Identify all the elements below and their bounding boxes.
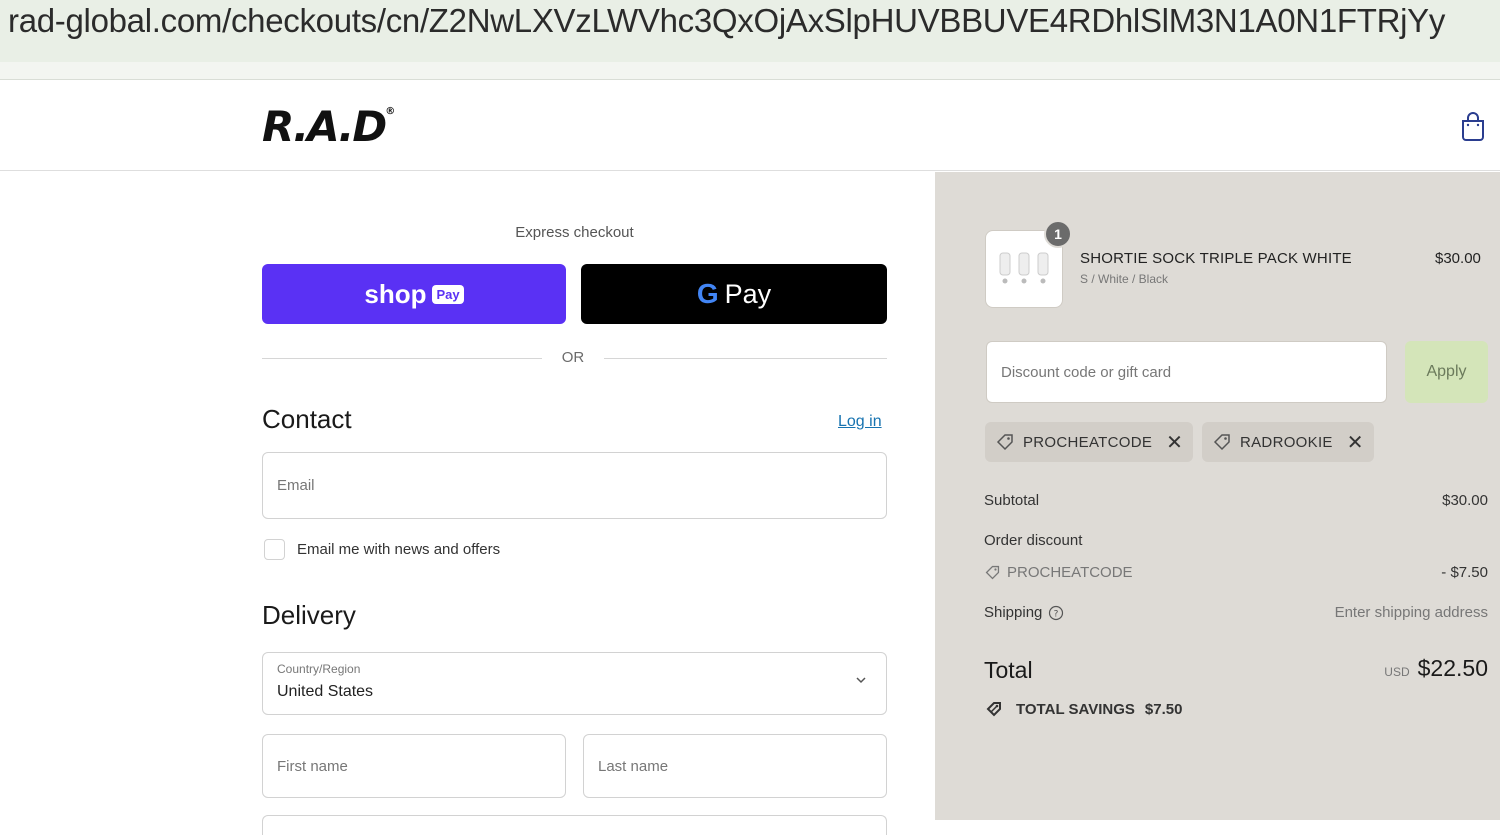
country-label: Country/Region xyxy=(277,662,361,676)
savings-tag-icon xyxy=(986,702,1001,717)
news-offers-label[interactable]: Email me with news and offers xyxy=(297,541,500,558)
svg-text:?: ? xyxy=(1054,609,1059,619)
remove-discount-icon[interactable]: ✕ xyxy=(1347,430,1364,455)
discount-code-label: PROCHEATCODE xyxy=(1023,433,1153,451)
discount-code-input[interactable] xyxy=(987,342,1386,402)
quantity-badge: 1 xyxy=(1044,220,1072,248)
discount-code-label: RADROOKIE xyxy=(1240,433,1333,451)
tag-icon xyxy=(1213,434,1230,451)
order-discount-value: - $7.50 xyxy=(1441,564,1488,581)
url-text[interactable]: rad-global.com/checkouts/cn/Z2NwLXVzLWVh… xyxy=(8,2,1445,40)
email-field[interactable] xyxy=(263,453,886,518)
total-value: $22.50 xyxy=(1417,655,1488,681)
order-summary: 1 SHORTIE SOCK TRIPLE PACK WHITE S / Whi… xyxy=(935,172,1500,820)
order-discount-label: Order discount xyxy=(984,532,1083,549)
product-name: SHORTIE SOCK TRIPLE PACK WHITE xyxy=(1080,250,1352,267)
subtotal-label: Subtotal xyxy=(984,492,1040,509)
first-name-wrapper xyxy=(262,734,566,798)
express-checkout-label: Express checkout xyxy=(515,224,634,241)
shipping-label: Shipping xyxy=(984,604,1043,621)
savings-label: TOTAL SAVINGS xyxy=(1016,700,1135,718)
country-select[interactable]: Country/Region United States xyxy=(262,652,887,715)
checkout-main: Express checkout shop Pay G Pay OR Conta… xyxy=(0,172,935,835)
total-amount: USD $22.50 xyxy=(1384,655,1488,682)
shopping-bag-icon[interactable] xyxy=(1460,111,1486,141)
order-discount-row: Order discount xyxy=(984,532,1488,549)
savings-value: $7.50 xyxy=(1144,700,1183,718)
discount-chip-radrookie: RADROOKIE ✕ xyxy=(1202,422,1374,462)
chevron-down-icon xyxy=(856,677,866,684)
first-name-field[interactable] xyxy=(263,735,565,797)
news-offers-checkbox[interactable] xyxy=(264,539,285,560)
tag-icon xyxy=(996,434,1013,451)
shop-pay-chip: Pay xyxy=(432,284,464,304)
google-pay-button[interactable]: G Pay xyxy=(581,264,887,324)
checkout-header: R.A.D® xyxy=(0,80,1500,171)
subtotal-row: Subtotal $30.00 xyxy=(984,492,1488,509)
store-logo[interactable]: R.A.D® xyxy=(262,102,395,151)
order-discount-code: PROCHEATCODE xyxy=(1007,564,1133,581)
total-currency: USD xyxy=(1384,665,1410,679)
last-name-wrapper xyxy=(583,734,887,798)
delivery-title: Delivery xyxy=(262,600,356,630)
shop-pay-button[interactable]: shop Pay xyxy=(262,264,566,324)
discount-input-wrapper xyxy=(986,341,1387,403)
last-name-field[interactable] xyxy=(584,735,886,797)
socks-image-icon xyxy=(999,252,1049,284)
total-savings-row: TOTAL SAVINGS $7.50 xyxy=(984,699,1182,719)
shipping-row: Shipping ? Enter shipping address xyxy=(984,604,1488,621)
tag-icon xyxy=(985,565,1000,580)
news-offers-row: Email me with news and offers xyxy=(264,539,500,560)
country-value: United States xyxy=(277,683,374,700)
shop-pay-text: shop xyxy=(364,278,427,309)
email-field-wrapper xyxy=(262,452,887,519)
next-field-edge xyxy=(262,815,887,835)
subtotal-value: $30.00 xyxy=(1442,492,1488,509)
product-variant: S / White / Black xyxy=(1080,272,1169,286)
contact-title: Contact xyxy=(262,404,352,434)
order-discount-code-row: PROCHEATCODE - $7.50 xyxy=(984,564,1488,585)
login-link[interactable]: Log in xyxy=(838,413,882,431)
help-circle-icon[interactable]: ? xyxy=(1048,605,1064,621)
product-price: $30.00 xyxy=(1435,250,1481,267)
toolbar-divider xyxy=(0,62,1500,80)
remove-discount-icon[interactable]: ✕ xyxy=(1166,430,1183,455)
total-label: Total xyxy=(984,657,1033,683)
discount-chip-procheatcode: PROCHEATCODE ✕ xyxy=(985,422,1194,462)
shipping-value: Enter shipping address xyxy=(1334,604,1488,621)
browser-address-bar[interactable]: rad-global.com/checkouts/cn/Z2NwLXVzLWVh… xyxy=(0,0,1500,62)
google-pay-text: Pay xyxy=(724,278,772,309)
or-divider: OR xyxy=(262,348,887,368)
google-g-icon: G xyxy=(696,278,719,309)
apply-discount-button[interactable]: Apply xyxy=(1405,341,1488,403)
